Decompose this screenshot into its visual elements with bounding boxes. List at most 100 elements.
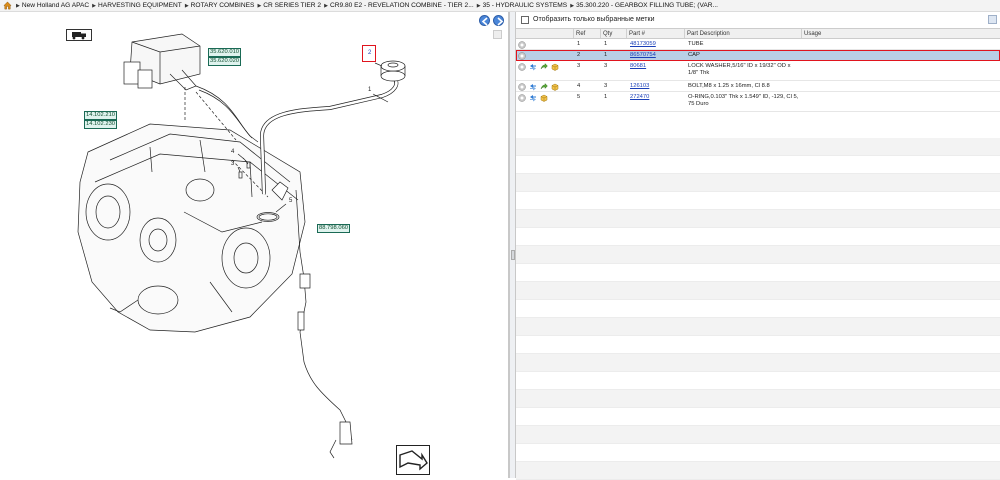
header-ref[interactable]: Ref [574,29,601,38]
item-number-5[interactable]: 5 [289,198,292,204]
cell-part-description: O-RING,0.103" Thk x 1.549" ID, -129, Cl … [688,94,799,107]
part-number-link[interactable]: 80681 [630,63,646,69]
cell-usage [802,50,1000,60]
empty-row [516,390,1000,408]
empty-row [516,372,1000,390]
row-icons [516,81,574,91]
cell-ref: 2 [577,52,581,58]
cell-ref: 5 [577,94,581,100]
part-number-link[interactable]: 86570754 [630,52,656,58]
breadcrumb: ▶ New Holland AG APAC ▶ HARVESTING EQUIPMEN… [0,0,1000,12]
callout-88-798-060[interactable]: 88.798.060 [317,224,351,233]
table-row[interactable]: 5 1 272470 O-RING,0.103" Thk x 1.549" ID, -… [516,92,1000,112]
parts-grid: Ref Qty Part # Part Description Usage 1 1… [516,28,1000,112]
splitter-grip-icon[interactable] [511,250,515,260]
return-arrow-icon[interactable] [396,445,430,475]
callout-14-102-230[interactable]: 14.102.230 [84,120,118,129]
swap-icon[interactable] [529,94,537,102]
cell-part-number: 126103 [627,81,685,91]
header-part-description[interactable]: Part Description [685,29,802,38]
empty-grid-area [516,138,1000,480]
header-part-number[interactable]: Part # [627,29,685,38]
empty-row [516,138,1000,156]
info-icon[interactable] [518,83,526,91]
breadcrumb-separator-icon: ▶ [257,2,262,9]
breadcrumb-item[interactable]: HARVESTING EQUIPMENT [98,2,182,9]
cell-part-number: 272470 [627,92,685,111]
breadcrumb-item[interactable]: 35 - HYDRAULIC SYSTEMS [483,2,568,9]
callout-35-620-020[interactable]: 35.620.020 [208,57,242,66]
arrow-icon[interactable] [540,83,548,91]
empty-row [516,318,1000,336]
diagram-pane: 35.620.010 35.620.020 14.102.210 14.102.… [0,12,509,478]
empty-row [516,426,1000,444]
callout-35-620-010[interactable]: 35.620.010 [208,48,242,57]
home-icon[interactable] [3,1,12,10]
empty-row [516,156,1000,174]
empty-row [516,300,1000,318]
grid-header: Ref Qty Part # Part Description Usage [516,28,1000,39]
breadcrumb-item[interactable]: CR SERIES TIER 2 [263,2,321,9]
empty-row [516,246,1000,264]
package-icon[interactable] [551,63,559,71]
part-number-link[interactable]: 272470 [630,94,649,100]
row-icons [516,50,574,60]
empty-row [516,210,1000,228]
breadcrumb-separator-icon: ▶ [570,2,575,9]
table-row[interactable]: 2 1 86570754 CAP [516,50,1000,61]
export-icon[interactable] [988,15,997,24]
show-selected-only-label: Отобразить только выбранные метки [533,16,655,23]
cell-qty: 1 [604,94,608,100]
breadcrumb-item[interactable]: New Holland AG APAC [22,2,89,9]
row-icons [516,61,574,80]
empty-row [516,174,1000,192]
empty-row [516,282,1000,300]
part-number-link[interactable]: 48173059 [630,41,656,47]
arrow-icon[interactable] [540,63,548,71]
cell-part-description: TUBE [688,41,704,47]
breadcrumb-separator-icon: ▶ [184,2,189,9]
show-selected-only-checkbox[interactable] [521,15,529,24]
row-icons [516,92,574,111]
cell-ref: 3 [577,63,581,69]
package-icon[interactable] [551,83,559,91]
info-icon[interactable] [518,52,526,60]
header-usage[interactable]: Usage [802,29,1000,38]
cell-part-number: 80681 [627,61,685,80]
exploded-view-diagram [77,33,406,459]
swap-icon[interactable] [529,63,537,71]
cell-part-description: BOLT,M8 x 1.25 x 16mm, Cl 8.8 [688,83,770,89]
highlighted-item-marker [362,45,376,62]
breadcrumb-item[interactable]: 35.300.220 - GEARBOX FILLING TUBE; (VAR.… [576,2,718,9]
parts-list-pane: Отобразить только выбранные метки Ref Qt… [516,12,1000,480]
breadcrumb-separator-icon: ▶ [476,2,481,9]
swap-icon[interactable] [529,83,537,91]
parts-toolbar: Отобразить только выбранные метки [516,12,1000,27]
cell-part-number: 48173059 [627,39,685,49]
breadcrumb-item[interactable]: ROTARY COMBINES [191,2,255,9]
callout-14-102-210[interactable]: 14.102.210 [84,111,118,120]
cell-qty: 1 [604,52,608,58]
package-icon[interactable] [540,94,548,102]
cell-qty: 1 [604,41,608,47]
breadcrumb-item[interactable]: CR9.80 E2 - REVELATION COMBINE - TIER 2.… [330,2,474,9]
cell-qty: 3 [604,83,608,89]
info-icon[interactable] [518,94,526,102]
empty-row [516,192,1000,210]
table-row[interactable]: 3 3 80681 LOCK WASHER,5/16" ID x 19/32" OD … [516,61,1000,81]
item-number-4[interactable]: 4 [231,149,234,155]
table-row[interactable]: 4 3 126103 BOLT,M8 x 1.25 x 16mm, Cl 8.8 [516,81,1000,92]
info-icon[interactable] [518,41,526,49]
item-number-1[interactable]: 1 [368,87,371,93]
empty-row [516,264,1000,282]
item-number-3[interactable]: 3 [231,161,234,167]
pane-splitter[interactable] [509,12,516,478]
empty-row [516,228,1000,246]
part-number-link[interactable]: 126103 [630,83,649,89]
cell-usage [802,39,1000,49]
header-qty[interactable]: Qty [601,29,627,38]
info-icon[interactable] [518,63,526,71]
table-row[interactable]: 1 1 48173059 TUBE [516,39,1000,50]
breadcrumb-separator-icon: ▶ [324,2,328,9]
cell-qty: 3 [604,63,608,69]
